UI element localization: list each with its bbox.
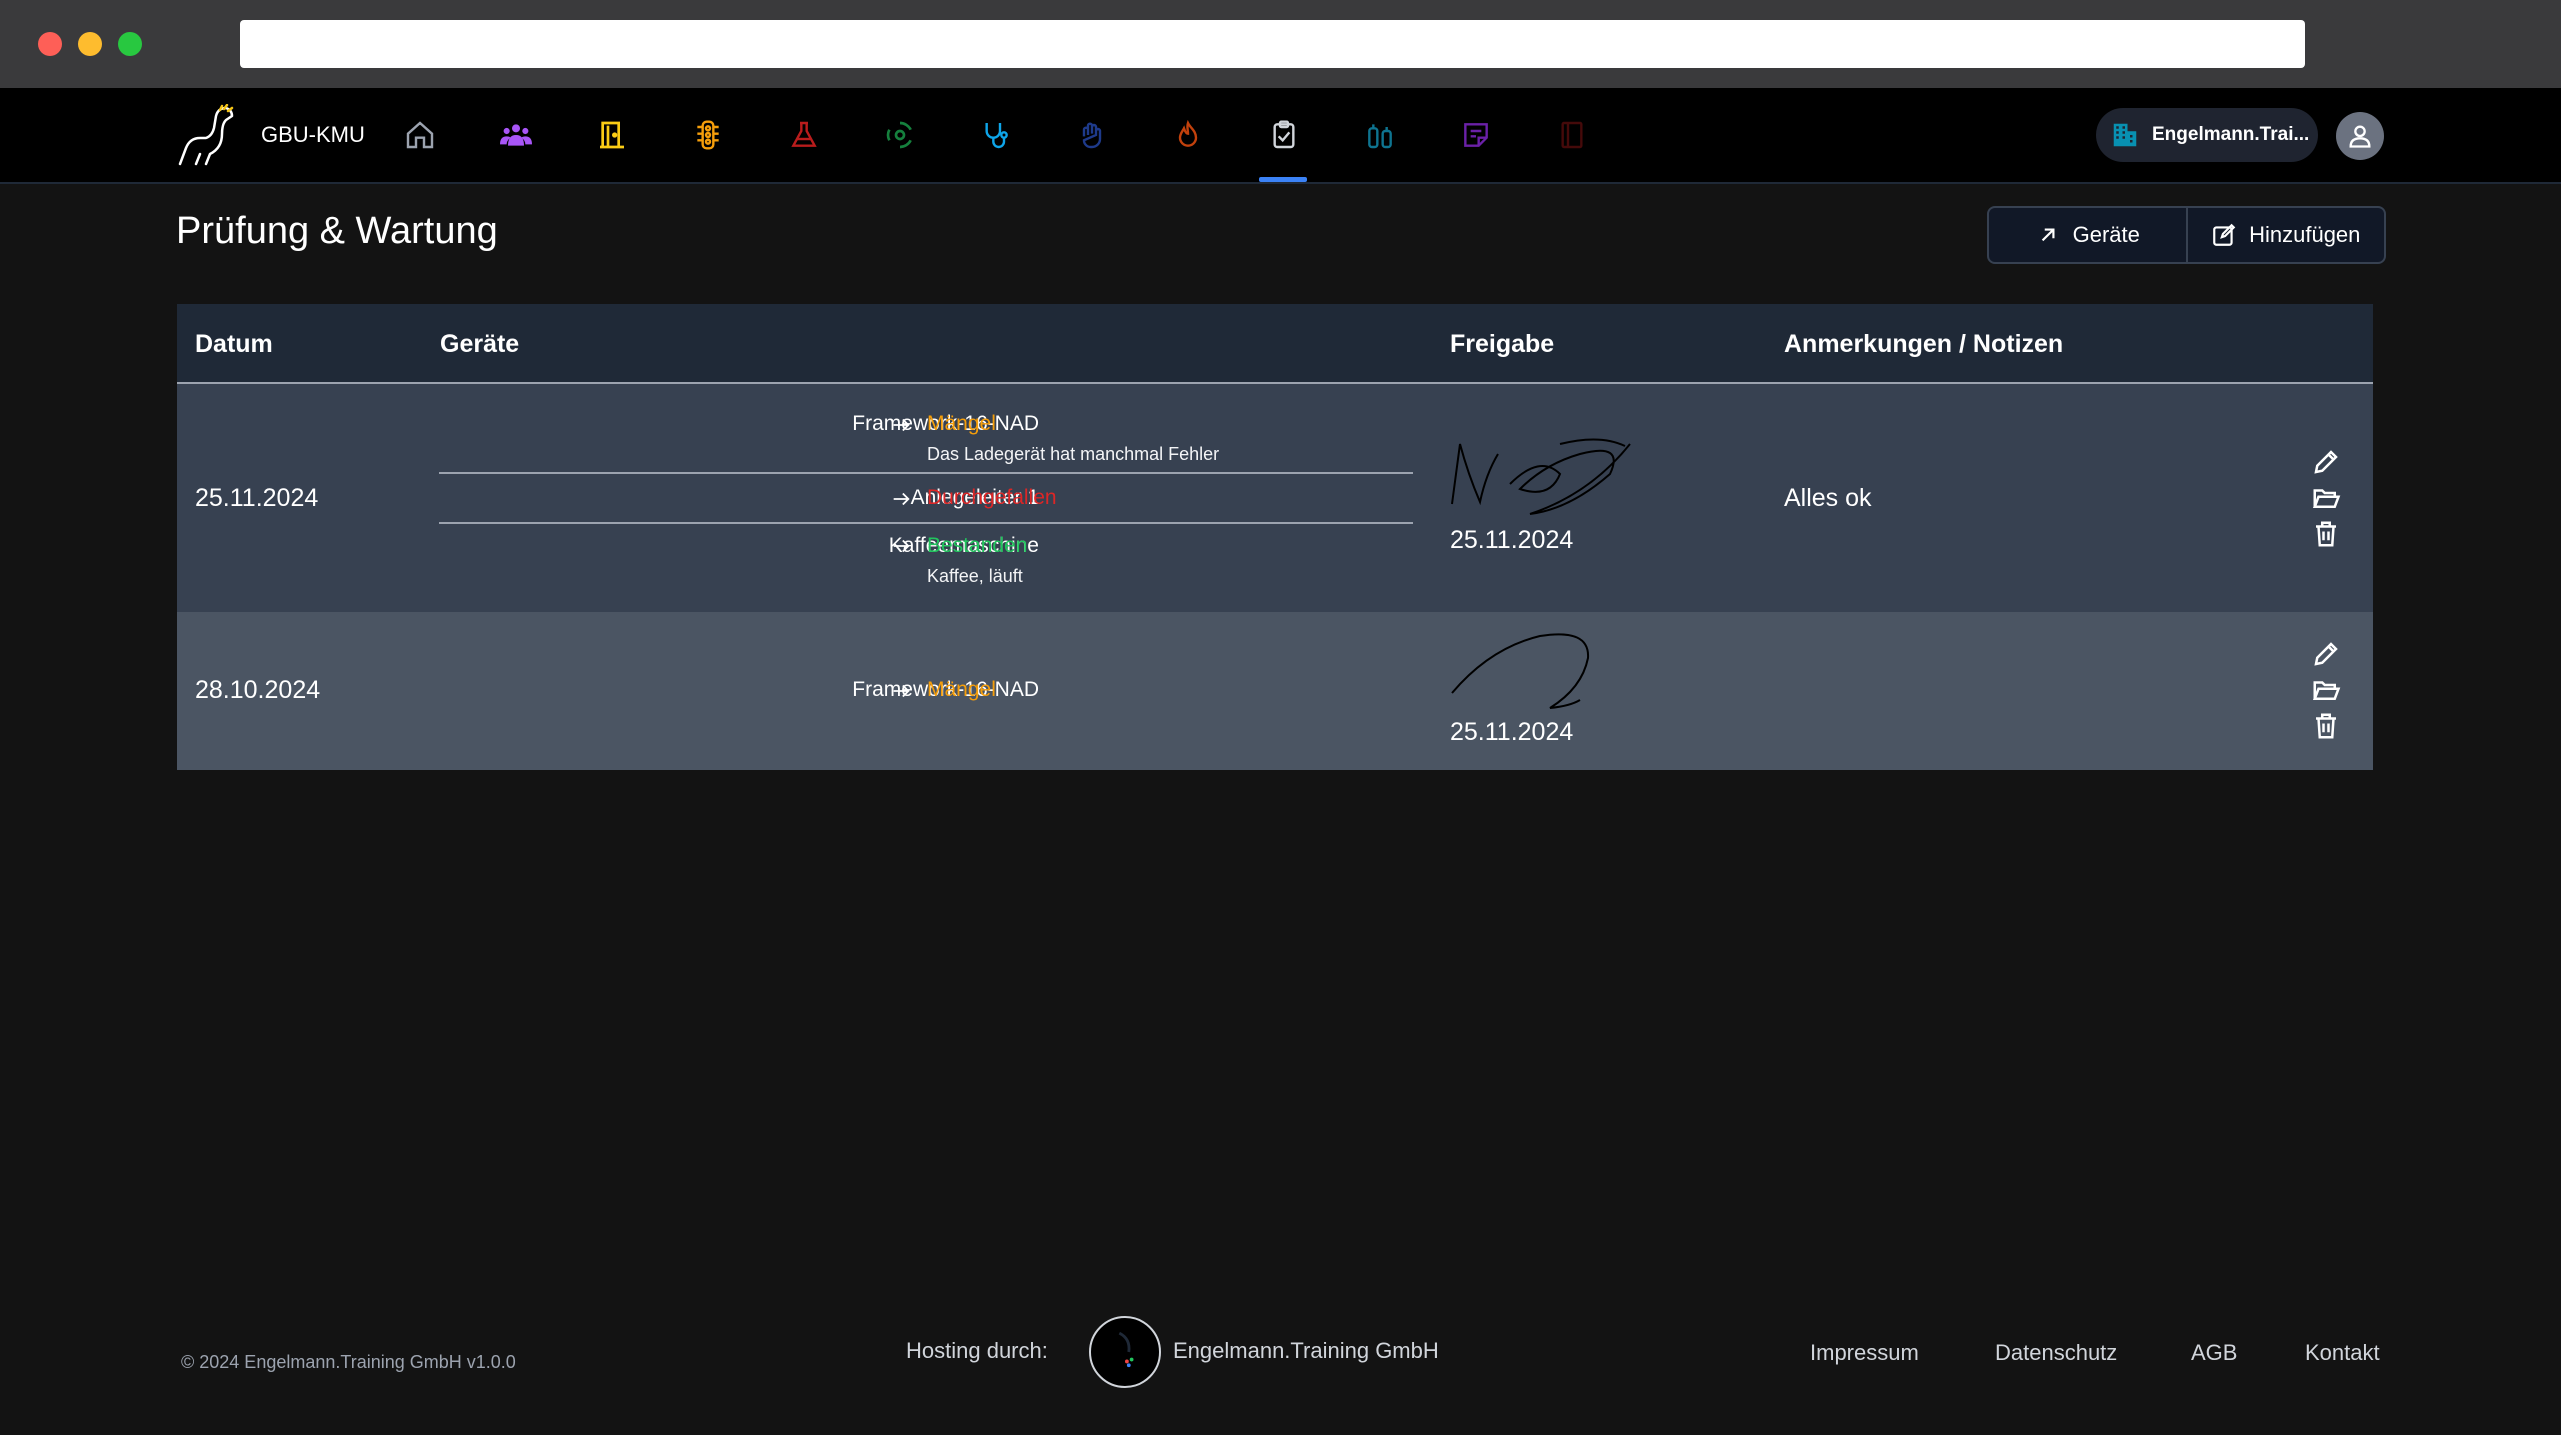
hosting-label: Hosting durch: bbox=[906, 1338, 1048, 1363]
table-row[interactable]: 25.11.2024 Framework-16-NAD Mängel Das L… bbox=[177, 384, 2373, 614]
clipboard-check-icon[interactable] bbox=[1261, 112, 1307, 158]
biohazard-icon[interactable] bbox=[877, 112, 923, 158]
footer-link-datenschutz[interactable]: Datenschutz bbox=[1995, 1340, 2117, 1366]
hand-icon[interactable] bbox=[1069, 112, 1115, 158]
device-status: Bestanden bbox=[927, 534, 1028, 557]
inspection-table: Datum Geräte Freigabe Anmerkungen / Noti… bbox=[177, 304, 2373, 770]
host-logo-icon[interactable] bbox=[1089, 1316, 1161, 1388]
column-header-date[interactable]: Datum bbox=[195, 330, 273, 359]
user-icon bbox=[2349, 125, 2371, 148]
add-inspection-button[interactable]: Hinzufügen bbox=[2185, 208, 2385, 262]
release-date: 25.11.2024 bbox=[1450, 526, 1574, 554]
fire-icon[interactable] bbox=[1165, 112, 1211, 158]
maximize-window-button[interactable] bbox=[118, 32, 142, 56]
folder-open-icon[interactable] bbox=[2310, 674, 2342, 706]
copyright-text: © 2024 Engelmann.Training GmbH v1.0.0 bbox=[181, 1352, 516, 1372]
device-status: Durchgefallen bbox=[927, 486, 1057, 509]
row-date: 25.11.2024 bbox=[195, 484, 319, 512]
dinosaur-logo-icon[interactable] bbox=[176, 104, 236, 168]
arrow-right-icon bbox=[893, 492, 910, 506]
row-remark: Alles ok bbox=[1784, 484, 1872, 512]
building-icon bbox=[2113, 123, 2137, 147]
organization-name: Engelmann.Trai... bbox=[2152, 124, 2310, 145]
arrow-right-icon bbox=[893, 539, 910, 553]
signature-image[interactable] bbox=[1450, 628, 1600, 718]
device-status: Mängel bbox=[927, 412, 996, 435]
device-status: Mängel bbox=[927, 678, 996, 701]
app-navbar: GBU-KMU Engelmann.Trai... bbox=[0, 88, 2561, 184]
host-company-name[interactable]: Engelmann.Training GmbH bbox=[1173, 1338, 1439, 1364]
home-icon[interactable] bbox=[397, 112, 443, 158]
minimize-window-button[interactable] bbox=[78, 32, 102, 56]
devices-link-label: Geräte bbox=[2072, 222, 2140, 247]
table-header: Datum Geräte Freigabe Anmerkungen / Noti… bbox=[177, 304, 2373, 384]
traffic-light-icon[interactable] bbox=[685, 112, 731, 158]
door-icon[interactable] bbox=[589, 112, 635, 158]
fire-extinguisher-icon[interactable] bbox=[1357, 112, 1403, 158]
table-row[interactable]: 28.10.2024 Framework-16-NAD Mängel 25.11… bbox=[177, 614, 2373, 770]
device-note: Kaffee, läuft bbox=[927, 566, 1023, 586]
signature-image[interactable] bbox=[1450, 434, 1632, 524]
release-date: 25.11.2024 bbox=[1450, 718, 1574, 746]
active-nav-indicator bbox=[1259, 177, 1307, 182]
users-icon[interactable] bbox=[493, 112, 539, 158]
page-title: Prüfung & Wartung bbox=[176, 210, 498, 252]
header-button-group: Geräte Hinzufügen bbox=[1987, 206, 2386, 264]
flask-icon[interactable] bbox=[781, 112, 827, 158]
device-divider bbox=[439, 472, 1413, 474]
notes-icon[interactable] bbox=[1453, 112, 1499, 158]
footer-link-kontakt[interactable]: Kontakt bbox=[2305, 1340, 2380, 1366]
browser-chrome bbox=[0, 0, 2561, 88]
trash-icon[interactable] bbox=[2310, 518, 2342, 550]
book-icon[interactable] bbox=[1549, 112, 1595, 158]
address-bar[interactable] bbox=[240, 20, 2305, 68]
footer-link-impressum[interactable]: Impressum bbox=[1810, 1340, 1919, 1366]
device-divider bbox=[439, 522, 1413, 524]
user-avatar[interactable] bbox=[2336, 112, 2384, 160]
column-header-devices[interactable]: Geräte bbox=[440, 330, 519, 359]
edit-square-icon bbox=[2213, 223, 2236, 246]
footer-link-agb[interactable]: AGB bbox=[2191, 1340, 2237, 1366]
edit-icon[interactable] bbox=[2310, 446, 2342, 478]
edit-icon[interactable] bbox=[2310, 638, 2342, 670]
organization-switcher[interactable]: Engelmann.Trai... bbox=[2096, 108, 2318, 162]
add-inspection-label: Hinzufügen bbox=[2249, 222, 2361, 247]
stethoscope-icon[interactable] bbox=[973, 112, 1019, 158]
devices-link-button[interactable]: Geräte bbox=[1989, 208, 2186, 262]
arrow-right-icon bbox=[893, 684, 910, 698]
close-window-button[interactable] bbox=[38, 32, 62, 56]
brand-name[interactable]: GBU-KMU bbox=[261, 122, 365, 148]
device-note: Das Ladegerät hat manchmal Fehler bbox=[927, 444, 1220, 464]
column-header-notes[interactable]: Anmerkungen / Notizen bbox=[1784, 330, 2063, 359]
column-header-release[interactable]: Freigabe bbox=[1450, 330, 1554, 359]
trash-icon[interactable] bbox=[2310, 710, 2342, 742]
arrow-right-icon bbox=[893, 418, 910, 432]
arrow-up-right-icon bbox=[2041, 228, 2055, 242]
folder-open-icon[interactable] bbox=[2310, 482, 2342, 514]
row-date: 28.10.2024 bbox=[195, 676, 321, 704]
